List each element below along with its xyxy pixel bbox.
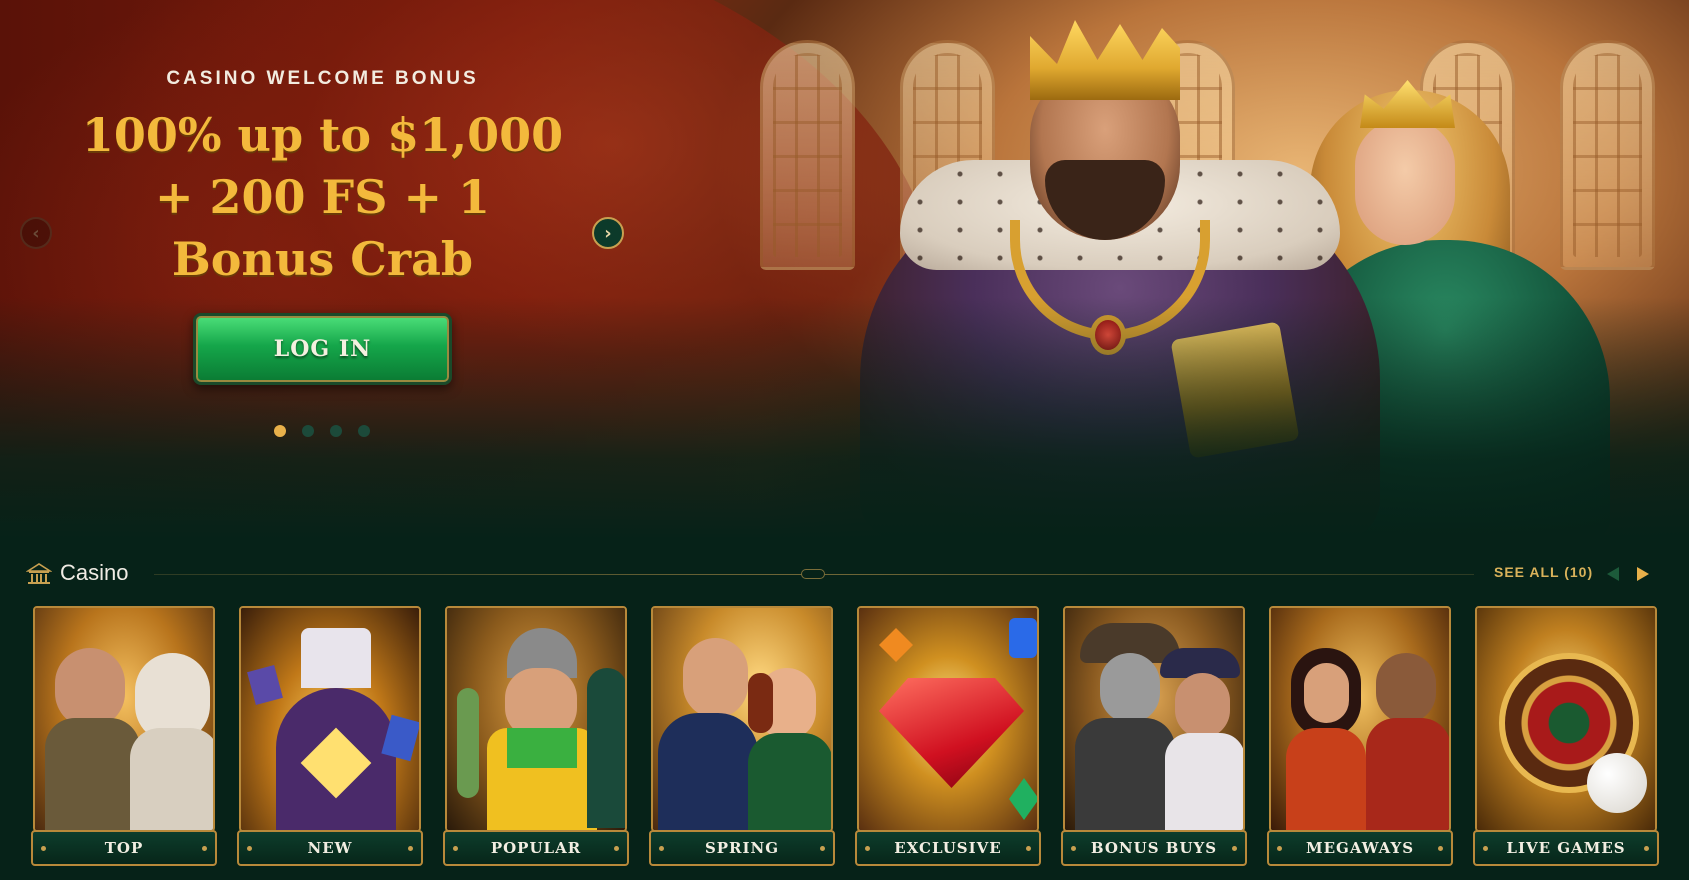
triangle-right-icon — [1637, 567, 1649, 581]
category-art — [1475, 606, 1657, 832]
slider-dot-1[interactable] — [274, 425, 286, 437]
category-card-new[interactable]: NEW — [237, 604, 423, 866]
slider-prev-button[interactable]: ‹ — [20, 217, 52, 249]
slider-pagination — [274, 425, 370, 437]
category-card-exclusive[interactable]: EXCLUSIVE — [855, 604, 1041, 866]
hero-banner: CASINO WELCOME BONUS 100% up to $1,000 +… — [0, 0, 1689, 540]
slider-next-button[interactable]: › — [592, 217, 624, 249]
category-label: TOP — [31, 830, 217, 866]
carousel-next-button[interactable] — [1630, 561, 1656, 587]
divider-ornament — [801, 569, 825, 579]
slider-dot-4[interactable] — [358, 425, 370, 437]
category-card-live-games[interactable]: LIVE GAMES — [1473, 604, 1659, 866]
promo-kicker: CASINO WELCOME BONUS — [166, 68, 479, 89]
category-card-megaways[interactable]: MEGAWAYS — [1267, 604, 1453, 866]
category-label: EXCLUSIVE — [855, 830, 1041, 866]
category-label: POPULAR — [443, 830, 629, 866]
category-art — [857, 606, 1039, 832]
promo-title-line: 100% up to $1,000 — [81, 108, 564, 162]
category-card-top[interactable]: TOP — [31, 604, 217, 866]
triangle-left-icon — [1607, 567, 1619, 581]
category-card-bonus-buys[interactable]: BONUS BUYS — [1061, 604, 1247, 866]
chevron-right-icon: › — [604, 222, 612, 244]
chevron-left-icon: ‹ — [32, 222, 40, 244]
category-art — [1063, 606, 1245, 832]
promo-title: 100% up to $1,000 + 200 FS + 1 Bonus Cra… — [60, 104, 585, 290]
promo-title-line: Bonus Crab — [171, 232, 474, 286]
see-all-link[interactable]: SEE ALL (10) — [1494, 564, 1593, 580]
casino-section-header: Casino SEE ALL (10) — [26, 558, 1666, 590]
casino-building-icon — [26, 563, 52, 584]
carousel-prev-button[interactable] — [1600, 561, 1626, 587]
category-label: BONUS BUYS — [1061, 830, 1247, 866]
category-cards: TOP NEW POPULAR SPRING EXCLUSIVE BONUS B… — [31, 604, 1671, 866]
category-label: SPRING — [649, 830, 835, 866]
slider-dot-2[interactable] — [302, 425, 314, 437]
casino-home-page: CASINO WELCOME BONUS 100% up to $1,000 +… — [0, 0, 1689, 880]
slider-dot-3[interactable] — [330, 425, 342, 437]
category-label: MEGAWAYS — [1267, 830, 1453, 866]
category-label: LIVE GAMES — [1473, 830, 1659, 866]
section-title: Casino — [60, 560, 129, 585]
promo-block: CASINO WELCOME BONUS 100% up to $1,000 +… — [60, 68, 585, 290]
category-card-popular[interactable]: POPULAR — [443, 604, 629, 866]
category-art — [239, 606, 421, 832]
promo-title-line: + 200 FS + 1 — [154, 170, 491, 224]
category-art — [445, 606, 627, 832]
login-button[interactable]: LOG IN — [193, 313, 452, 385]
category-label: NEW — [237, 830, 423, 866]
category-art — [651, 606, 833, 832]
category-art — [33, 606, 215, 832]
category-art — [1269, 606, 1451, 832]
category-card-spring[interactable]: SPRING — [649, 604, 835, 866]
